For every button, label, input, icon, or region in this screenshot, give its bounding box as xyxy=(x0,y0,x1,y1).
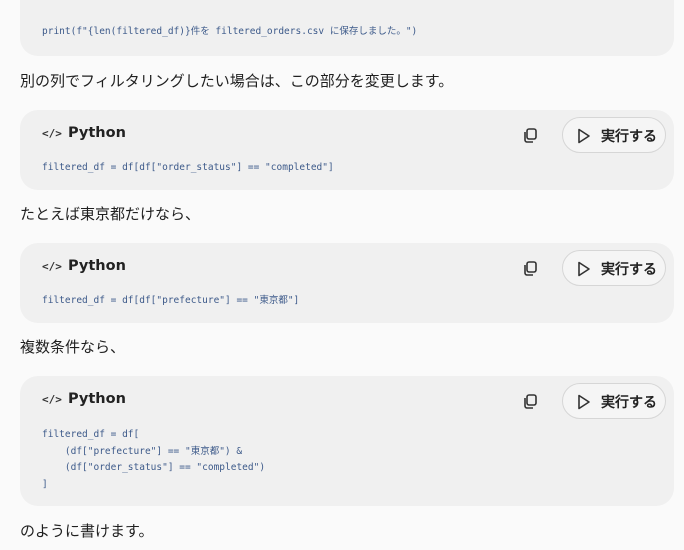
prose-paragraph-1: 別の列でフィルタリングしたい場合は、この部分を変更します。 xyxy=(20,72,454,90)
copy-icon xyxy=(524,261,537,276)
code-line: (df["prefecture"] == "東京都") & xyxy=(42,445,243,457)
language-label: Python xyxy=(68,258,126,274)
run-button[interactable]: 実行する xyxy=(562,117,666,153)
copy-button[interactable] xyxy=(520,257,542,279)
code-block-partial: ) print(f"{len(filtered_df)}件を filtered_… xyxy=(20,0,674,56)
copy-button[interactable] xyxy=(520,124,542,146)
code-text: filtered_df = df[df["prefecture"] == "東京… xyxy=(42,295,300,306)
prose-paragraph-3: 複数条件なら、 xyxy=(20,338,126,356)
code-icon: </> xyxy=(42,260,62,273)
copy-button[interactable] xyxy=(520,390,542,412)
code-block-3: </> Python 実行する filtered_df = df[ (df["p… xyxy=(20,376,674,506)
code-line: filtered_df = df[ xyxy=(42,429,140,440)
code-block-1: </> Python 実行する filtered_df = df[df["ord… xyxy=(20,110,674,190)
run-button[interactable]: 実行する xyxy=(562,383,666,419)
copy-icon xyxy=(524,394,537,409)
play-icon xyxy=(578,394,590,410)
play-icon xyxy=(578,261,590,277)
language-label: Python xyxy=(68,125,126,141)
language-label: Python xyxy=(68,391,126,407)
code-text: filtered_df = df[df["order_status"] == "… xyxy=(42,162,334,173)
code-block-2: </> Python 実行する filtered_df = df[df["pre… xyxy=(20,243,674,323)
play-icon xyxy=(578,128,590,144)
run-button-label: 実行する xyxy=(601,262,657,278)
prose-paragraph-2: たとえば東京都だけなら、 xyxy=(20,205,201,223)
run-button[interactable]: 実行する xyxy=(562,250,666,286)
code-text: print(f"{len(filtered_df)}件を filtered_or… xyxy=(42,26,418,37)
code-icon: </> xyxy=(42,127,62,140)
code-line: ] xyxy=(42,478,48,490)
code-icon: </> xyxy=(42,393,62,406)
code-line: (df["order_status"] == "completed") xyxy=(42,462,266,473)
prose-paragraph-4: のように書けます。 xyxy=(20,522,154,540)
copy-icon xyxy=(524,128,537,143)
run-button-label: 実行する xyxy=(601,129,657,145)
run-button-label: 実行する xyxy=(601,395,657,411)
